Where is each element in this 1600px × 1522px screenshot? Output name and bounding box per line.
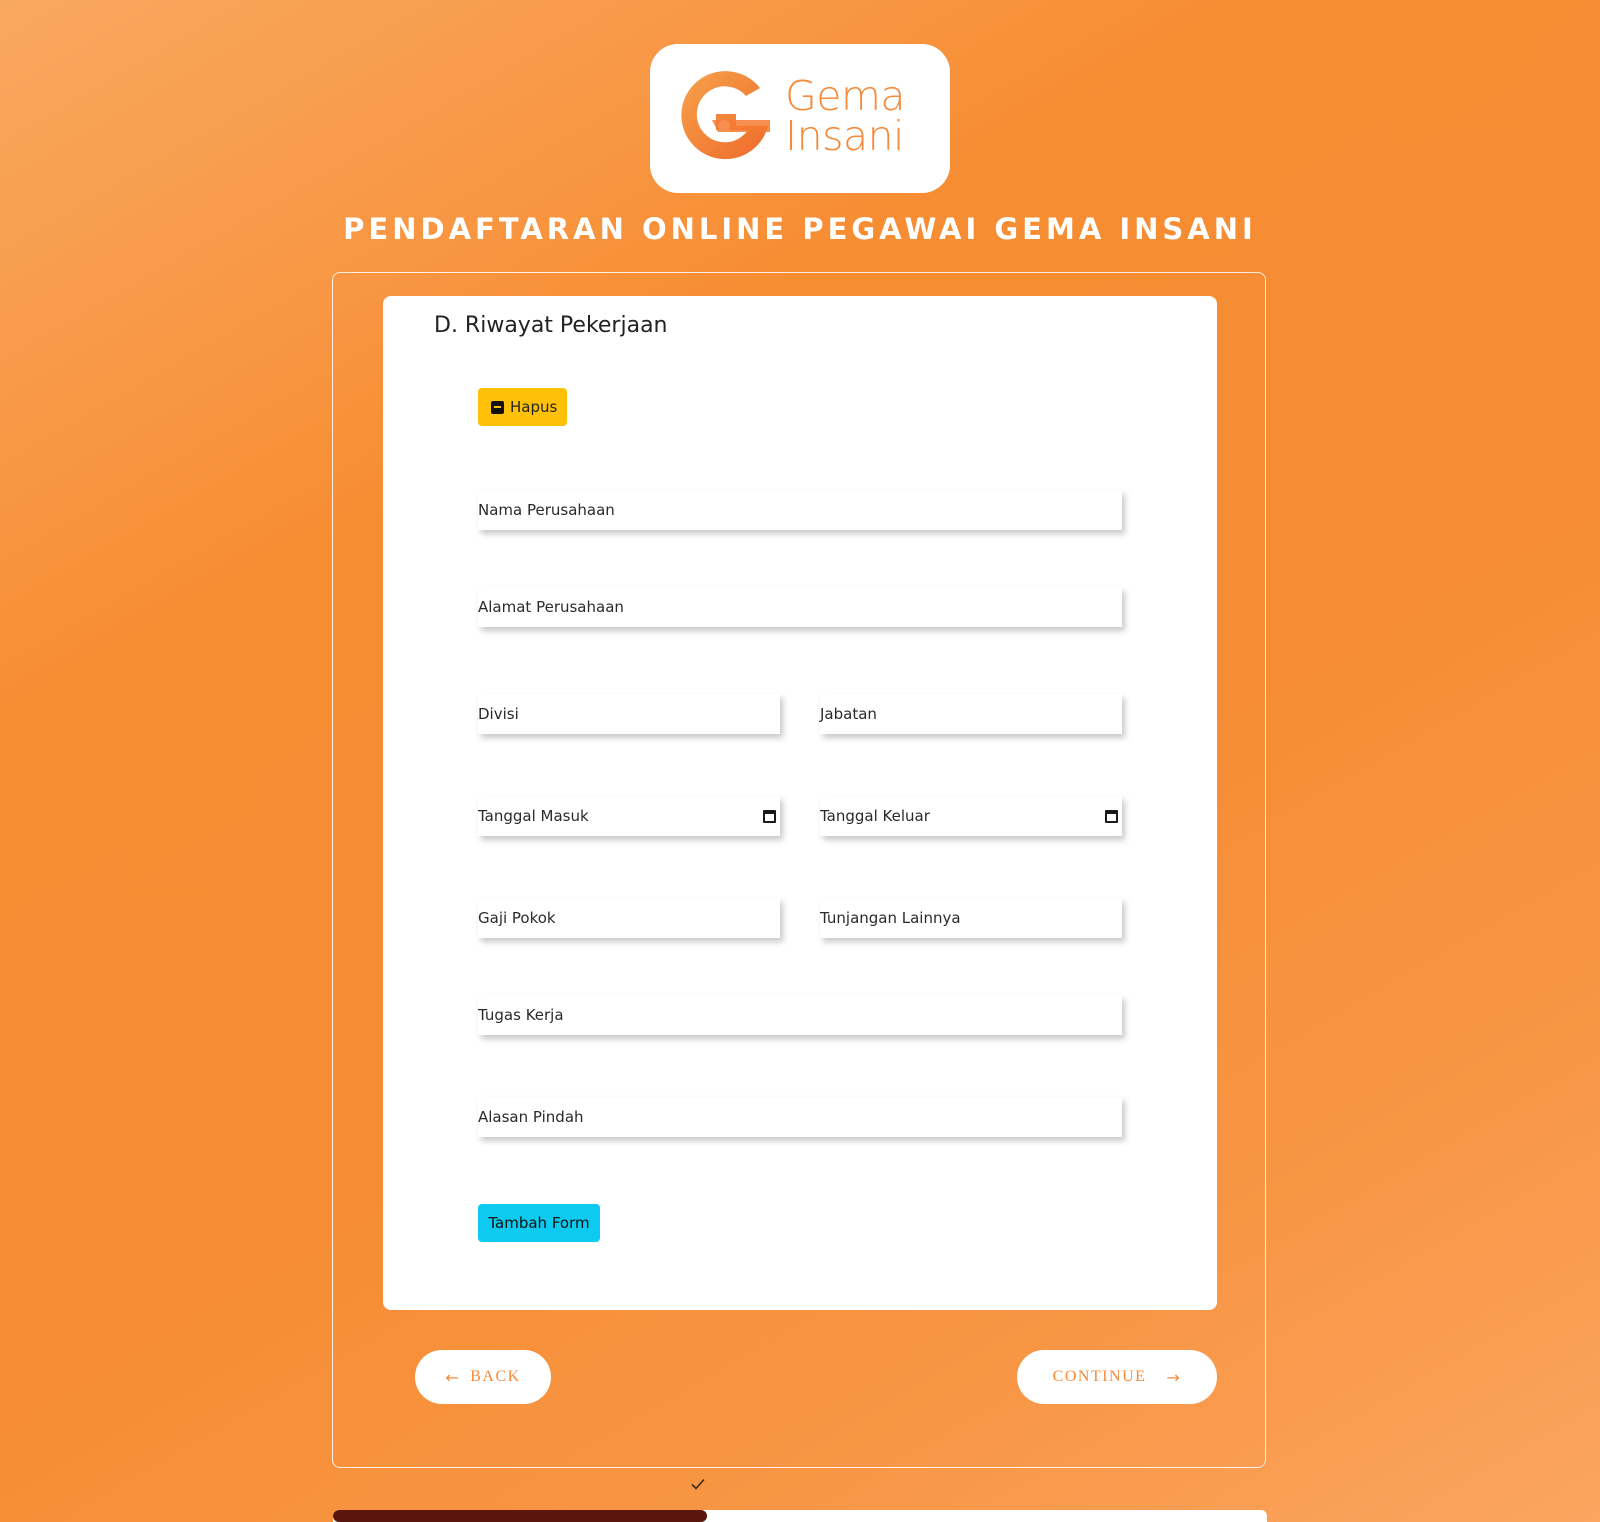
jabatan-placeholder: Jabatan bbox=[820, 705, 877, 723]
brand-line-1: Gema bbox=[785, 72, 906, 120]
tanggal-keluar-placeholder: Tanggal Keluar bbox=[820, 807, 930, 825]
nama-perusahaan-placeholder: Nama Perusahaan bbox=[478, 501, 615, 519]
alasan-pindah-input[interactable]: Alasan Pindah bbox=[478, 1097, 1122, 1137]
brand-line-2: Insani bbox=[785, 112, 904, 160]
hapus-button-label: Hapus bbox=[510, 398, 558, 416]
gaji-pokok-placeholder: Gaji Pokok bbox=[478, 909, 556, 927]
logo: Gema Insani bbox=[650, 44, 950, 193]
jabatan-input[interactable]: Jabatan bbox=[820, 694, 1122, 734]
progress-bar bbox=[333, 1510, 1267, 1522]
back-button[interactable]: ← BACK bbox=[415, 1350, 551, 1404]
brand-name: Gema Insani bbox=[785, 72, 906, 160]
progress-fill bbox=[333, 1510, 707, 1522]
nama-perusahaan-input[interactable]: Nama Perusahaan bbox=[478, 490, 1122, 530]
check-icon bbox=[691, 1478, 705, 1490]
form-card: D. Riwayat Pekerjaan Hapus Nama Perusaha… bbox=[383, 296, 1217, 1310]
tunjangan-lainnya-placeholder: Tunjangan Lainnya bbox=[820, 909, 961, 927]
tanggal-masuk-placeholder: Tanggal Masuk bbox=[478, 807, 589, 825]
tugas-kerja-input[interactable]: Tugas Kerja bbox=[478, 995, 1122, 1035]
calendar-icon[interactable] bbox=[1105, 809, 1118, 823]
hapus-button[interactable]: Hapus bbox=[478, 388, 567, 426]
minus-square-icon bbox=[491, 400, 504, 414]
section-title: D. Riwayat Pekerjaan bbox=[434, 313, 668, 338]
arrow-left-icon: ← bbox=[445, 1367, 461, 1387]
alasan-pindah-placeholder: Alasan Pindah bbox=[478, 1108, 584, 1126]
arrow-right-icon: → bbox=[1166, 1367, 1182, 1387]
gema-insani-logo-icon bbox=[681, 71, 770, 160]
gaji-pokok-input[interactable]: Gaji Pokok bbox=[478, 898, 780, 938]
alamat-perusahaan-placeholder: Alamat Perusahaan bbox=[478, 598, 624, 616]
divisi-input[interactable]: Divisi bbox=[478, 694, 780, 734]
continue-button-label: CONTINUE bbox=[1052, 1368, 1147, 1385]
page-title: PENDAFTARAN ONLINE PEGAWAI GEMA INSANI bbox=[343, 212, 1257, 246]
back-button-label: BACK bbox=[470, 1368, 521, 1385]
tunjangan-lainnya-input[interactable]: Tunjangan Lainnya bbox=[820, 898, 1122, 938]
tanggal-keluar-input[interactable]: Tanggal Keluar bbox=[820, 796, 1122, 836]
divisi-placeholder: Divisi bbox=[478, 705, 519, 723]
tambah-form-button[interactable]: Tambah Form bbox=[478, 1204, 600, 1242]
alamat-perusahaan-input[interactable]: Alamat Perusahaan bbox=[478, 587, 1122, 627]
tanggal-masuk-input[interactable]: Tanggal Masuk bbox=[478, 796, 780, 836]
calendar-icon[interactable] bbox=[763, 809, 776, 823]
tugas-kerja-placeholder: Tugas Kerja bbox=[478, 1006, 564, 1024]
continue-button[interactable]: CONTINUE → bbox=[1017, 1350, 1217, 1404]
